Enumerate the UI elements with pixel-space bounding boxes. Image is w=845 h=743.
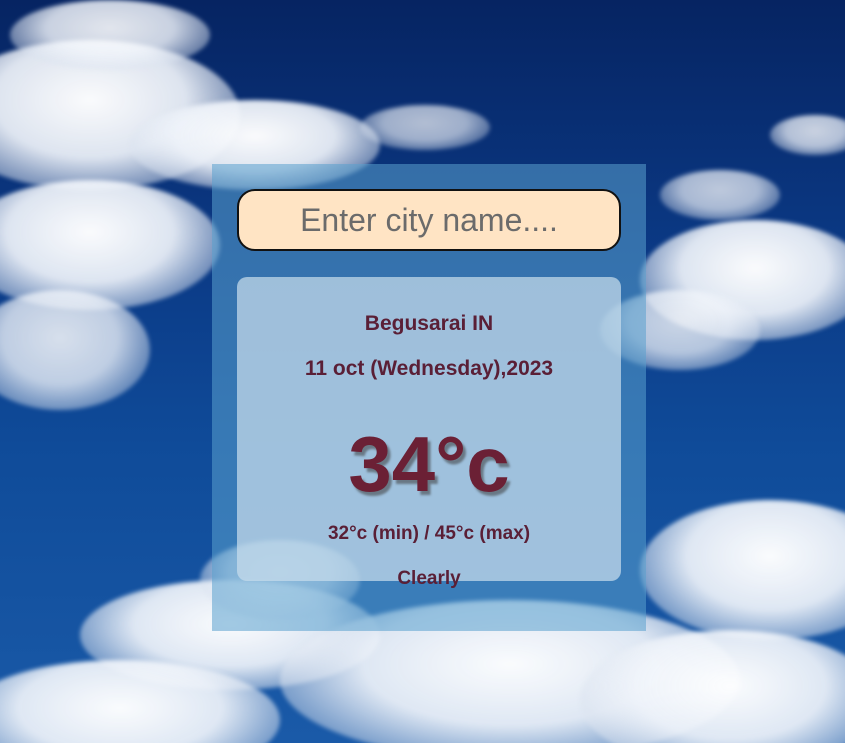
weather-info-card: Begusarai IN 11 oct (Wednesday),2023 34°… — [237, 277, 621, 589]
date-label: 11 oct (Wednesday),2023 — [304, 357, 554, 380]
location-label: Begusarai IN — [364, 312, 494, 335]
city-search-input[interactable] — [237, 189, 621, 251]
min-max-temperature: 32°c (min) / 45°c (max) — [327, 523, 531, 544]
temperature-value: 34°c — [348, 420, 510, 508]
weather-condition: Clearly — [397, 568, 461, 589]
